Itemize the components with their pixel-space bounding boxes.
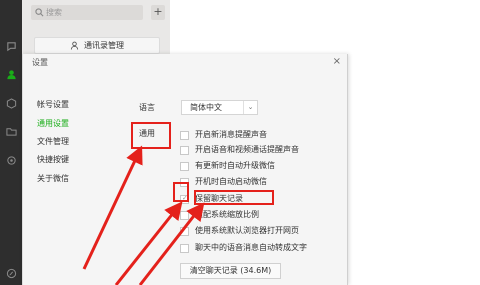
checkbox[interactable]: [180, 161, 189, 171]
language-value: 简体中文: [190, 103, 222, 112]
language-select[interactable]: 简体中文 ⌄: [181, 100, 258, 115]
favorites-icon[interactable]: [3, 95, 19, 111]
checkbox[interactable]: [180, 130, 189, 140]
menu-item-shortcuts[interactable]: 快捷按键: [37, 155, 69, 165]
chevron-down-icon: ⌄: [243, 101, 257, 114]
option-system-scaling[interactable]: 适配系统缩放比例: [180, 209, 259, 221]
search-bar: 搜索 +: [31, 5, 165, 20]
general-label: 通用: [139, 129, 155, 138]
contacts-manage-button[interactable]: 通讯录管理: [34, 37, 160, 54]
add-button[interactable]: +: [151, 5, 165, 20]
checkbox[interactable]: [180, 177, 189, 187]
sidebar: [0, 0, 22, 285]
option-label: 开启新消息提醒声音: [195, 130, 267, 139]
chat-icon[interactable]: [3, 38, 19, 54]
option-label: 开机时自动启动微信: [195, 177, 267, 186]
checkbox-checked[interactable]: [180, 194, 189, 204]
option-auto-start[interactable]: 开机时自动启动微信: [180, 176, 267, 188]
option-label: 聊天中的语音消息自动转成文字: [195, 243, 307, 252]
option-label: 有更新时自动升级微信: [195, 161, 275, 170]
contacts-manage-label: 通讯录管理: [84, 41, 124, 50]
mini-program-icon[interactable]: [3, 265, 19, 281]
settings-dialog: 设置 × 帐号设置 通用设置 文件管理 快捷按键 关于微信 语言 简体中文 ⌄ …: [22, 54, 348, 285]
close-button[interactable]: ×: [333, 56, 341, 68]
option-call-sound[interactable]: 开启语音和视频通话提醒声音: [180, 144, 299, 156]
option-label: 使用系统默认浏览器打开网页: [195, 226, 299, 235]
files-icon[interactable]: [3, 123, 19, 139]
checkbox[interactable]: [180, 243, 189, 253]
checkbox[interactable]: [180, 210, 189, 220]
option-label: 开启语音和视频通话提醒声音: [195, 145, 299, 154]
contacts-manage-icon: [70, 41, 79, 50]
dialog-title: 设置: [32, 58, 48, 67]
moments-icon[interactable]: [3, 152, 19, 168]
search-input[interactable]: 搜索: [31, 5, 143, 20]
search-placeholder: 搜索: [46, 8, 62, 17]
option-label: 适配系统缩放比例: [195, 210, 259, 219]
checkbox[interactable]: [180, 226, 189, 236]
clear-chat-history-button[interactable]: 清空聊天记录 (34.6M): [180, 263, 281, 279]
option-label: 保留聊天记录: [195, 194, 243, 203]
option-new-message-sound[interactable]: 开启新消息提醒声音: [180, 129, 267, 141]
option-default-browser[interactable]: 使用系统默认浏览器打开网页: [180, 225, 299, 237]
option-keep-chat-history[interactable]: 保留聊天记录: [180, 193, 243, 205]
contacts-icon[interactable]: [3, 66, 19, 82]
language-label: 语言: [139, 103, 155, 112]
menu-item-account[interactable]: 帐号设置: [37, 100, 69, 110]
menu-item-general[interactable]: 通用设置: [37, 119, 69, 129]
menu-item-files[interactable]: 文件管理: [37, 137, 69, 147]
menu-item-about[interactable]: 关于微信: [37, 174, 69, 184]
checkbox[interactable]: [180, 145, 189, 155]
search-icon: [35, 8, 44, 17]
option-auto-update[interactable]: 有更新时自动升级微信: [180, 160, 275, 172]
option-voice-to-text[interactable]: 聊天中的语音消息自动转成文字: [180, 242, 307, 254]
